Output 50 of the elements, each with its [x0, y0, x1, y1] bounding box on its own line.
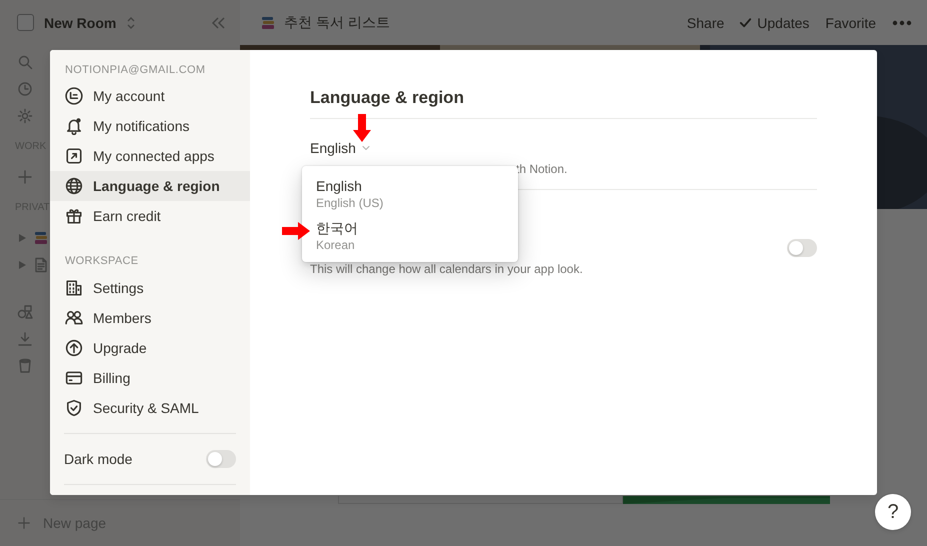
settings-menu-item[interactable]: Security & SAML: [50, 393, 250, 423]
settings-icon: [17, 108, 33, 124]
trash-icon: [17, 358, 33, 374]
page-heading: Language & region: [310, 88, 464, 107]
toggle-switch[interactable]: [206, 450, 236, 468]
plus-icon: [17, 516, 31, 530]
clock-icon: [17, 80, 33, 96]
settings-menu-item[interactable]: Earn credit: [50, 201, 250, 231]
settings-menu-item[interactable]: Settings: [50, 273, 250, 303]
download-icon: [17, 330, 33, 346]
search-icon: [17, 54, 33, 70]
card-icon: [65, 369, 83, 387]
check-icon: [738, 15, 754, 30]
globe-icon: [65, 177, 83, 195]
expand-triangle-icon[interactable]: [17, 232, 27, 242]
dark-mode-label: Dark mode: [64, 451, 132, 467]
settings-menu-item[interactable]: My notifications: [50, 111, 250, 141]
settings-menu-item[interactable]: Upgrade: [50, 333, 250, 363]
language-option[interactable]: English English (US): [302, 172, 518, 214]
right-arrow-icon: [282, 222, 310, 240]
shapes-icon: [17, 304, 33, 320]
collapse-icon[interactable]: [210, 16, 226, 30]
language-option[interactable]: 한국어 Korean: [302, 214, 518, 256]
settings-menu-item[interactable]: My account: [50, 81, 250, 111]
up-arrow-circle-icon: [65, 339, 83, 357]
toggle-switch[interactable]: [787, 239, 817, 257]
avatar-icon: [65, 87, 83, 105]
gift-icon: [65, 207, 83, 225]
building-icon: [65, 279, 83, 297]
arrow-box-icon: [65, 147, 83, 165]
books-icon: [33, 230, 49, 246]
document-icon: [33, 256, 49, 272]
settings-menu-item[interactable]: Language & region: [50, 171, 250, 201]
plus-icon: [17, 168, 33, 184]
up-down-chevron-icon[interactable]: [126, 16, 136, 30]
settings-menu-item[interactable]: Billing: [50, 363, 250, 393]
expand-triangle-icon[interactable]: [17, 260, 27, 270]
section-label: WORKSPACE: [65, 255, 138, 267]
settings-menu-item[interactable]: Members: [50, 303, 250, 333]
workspace-logo[interactable]: [17, 14, 34, 31]
setting-description: This will change how all calendars in your app look.: [310, 262, 583, 276]
books-icon: [260, 14, 276, 30]
account-email: NOTIONPIA@GMAIL.COM: [65, 64, 206, 76]
language-select[interactable]: English: [310, 140, 372, 156]
bell-icon: [65, 117, 83, 135]
people-icon: [65, 309, 83, 327]
down-arrow-icon: [353, 114, 371, 142]
more-icon[interactable]: [892, 20, 912, 26]
settings-menu-item[interactable]: My connected apps: [50, 141, 250, 171]
shield-icon: [65, 399, 83, 417]
